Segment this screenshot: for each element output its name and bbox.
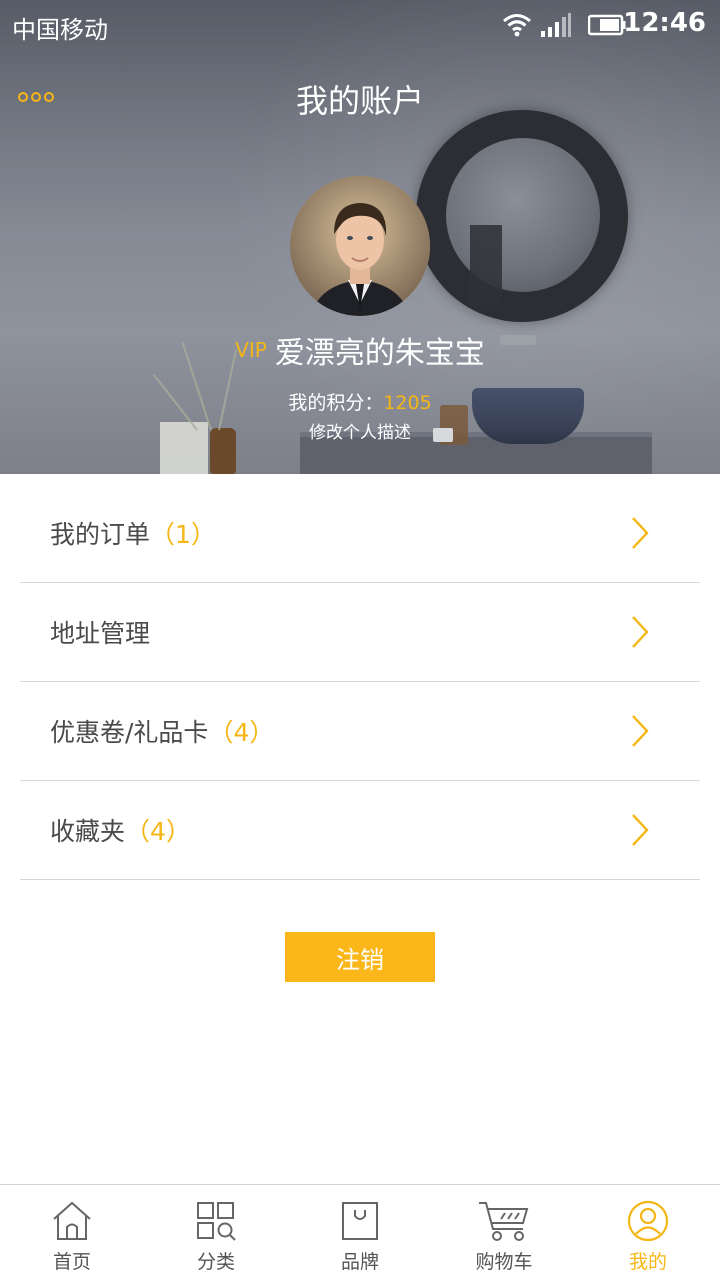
points-label: 我的积分： — [288, 392, 384, 414]
page-title: 我的账户 — [295, 82, 424, 120]
favorites-count: （4） — [125, 817, 191, 846]
status-bar: 中国移动 12:46 — [0, 0, 720, 52]
tab-category[interactable]: 分类 — [144, 1185, 288, 1280]
username: 爱漂亮的朱宝宝 — [274, 336, 485, 371]
account-menu: 我的订单（1） 地址管理 优惠卷/礼品卡（4） 收藏夹（4） — [20, 484, 700, 880]
menu-item-label: 我的订单（1） — [50, 520, 216, 549]
vip-badge: VIP — [235, 338, 267, 362]
menu-item-orders[interactable]: 我的订单（1） — [20, 484, 700, 583]
wifi-icon — [503, 14, 531, 37]
logout-button[interactable]: 注销 — [285, 932, 435, 982]
avatar[interactable] — [290, 176, 430, 316]
user-icon — [627, 1200, 669, 1242]
avatar-portrait — [290, 176, 430, 316]
clock: 12:46 — [623, 8, 706, 38]
carrier-name: 中国移动 — [12, 16, 108, 44]
order-count: （1） — [150, 520, 216, 549]
menu-item-address[interactable]: 地址管理 — [20, 583, 700, 682]
tab-cart[interactable]: 购物车 — [432, 1185, 576, 1280]
points-row: 我的积分：1205 — [0, 388, 720, 415]
bottom-tab-bar: 首页 分类 品牌 购物车 我的 — [0, 1184, 720, 1280]
menu-item-label: 地址管理 — [50, 619, 151, 648]
tab-label: 品牌 — [340, 1251, 379, 1273]
chevron-right-icon — [632, 814, 649, 846]
background-shadow — [470, 225, 502, 305]
chevron-right-icon — [632, 616, 649, 648]
profile-header: 中国移动 12:46 我的账户 VIP 爱漂亮的朱宝宝 我的积分：1205 修改… — [0, 0, 720, 474]
coupon-count: （4） — [208, 718, 275, 747]
chevron-right-icon — [632, 517, 649, 549]
menu-item-coupons[interactable]: 优惠卷/礼品卡（4） — [20, 682, 700, 781]
chevron-right-icon — [632, 715, 649, 747]
menu-item-label: 优惠卷/礼品卡（4） — [50, 718, 275, 747]
tab-home[interactable]: 首页 — [0, 1185, 144, 1280]
tab-label: 分类 — [196, 1251, 235, 1273]
tab-label: 我的 — [628, 1251, 667, 1273]
edit-description-link[interactable]: 修改个人描述 — [0, 418, 720, 443]
cart-icon — [479, 1202, 529, 1241]
category-icon — [197, 1202, 236, 1241]
signal-icon — [541, 13, 571, 37]
tab-brand[interactable]: 品牌 — [288, 1185, 432, 1280]
battery-icon — [588, 14, 626, 36]
menu-item-favorites[interactable]: 收藏夹（4） — [20, 781, 700, 880]
user-name-row: VIP 爱漂亮的朱宝宝 — [0, 328, 720, 372]
tab-label: 首页 — [52, 1251, 91, 1273]
tab-label: 购物车 — [475, 1251, 533, 1273]
home-icon — [53, 1201, 91, 1240]
brand-bag-icon — [342, 1202, 378, 1240]
points-value: 1205 — [383, 392, 432, 414]
tab-mine[interactable]: 我的 — [576, 1185, 720, 1280]
menu-item-label: 收藏夹（4） — [50, 817, 191, 846]
